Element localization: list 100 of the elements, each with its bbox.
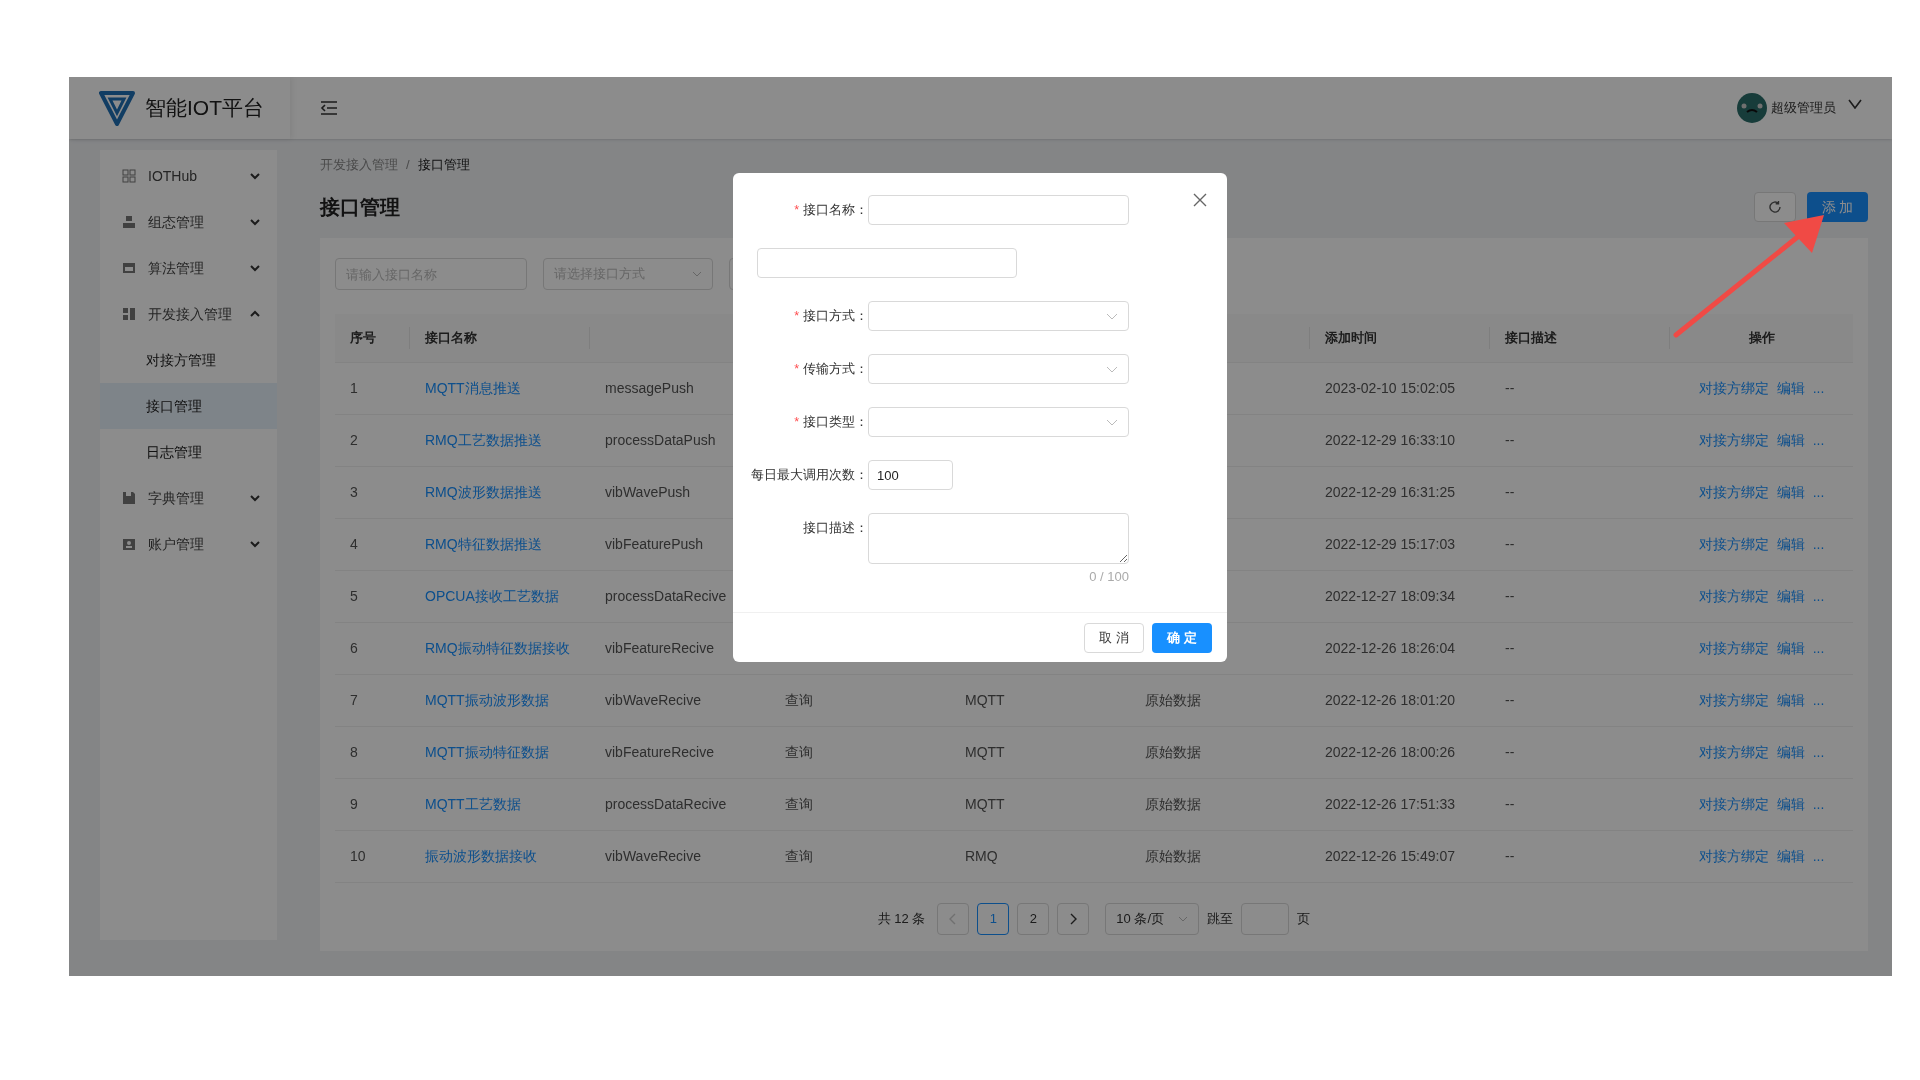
table-cell: processDataRecive — [605, 588, 727, 604]
chevron-down-icon[interactable] — [1848, 99, 1862, 109]
page-title: 接口管理 — [320, 195, 400, 220]
action-link[interactable]: 编辑 — [1776, 794, 1805, 815]
jump-label: 跳至 — [1207, 910, 1234, 929]
action-link[interactable]: 编辑 — [1776, 846, 1805, 867]
action-link[interactable]: 编辑 — [1776, 586, 1805, 607]
more-link[interactable]: ... — [1812, 430, 1825, 451]
sidebar-item[interactable]: 账户管理 — [100, 521, 277, 567]
action-link[interactable]: 编辑 — [1776, 690, 1805, 711]
action-link[interactable]: 编辑 — [1776, 378, 1805, 399]
sidebar-item[interactable]: 组态管理 — [100, 199, 277, 245]
page-button[interactable]: 2 — [1017, 903, 1050, 935]
action-link[interactable]: 对接方绑定 — [1698, 482, 1769, 503]
textarea-field[interactable] — [868, 513, 1129, 564]
sidebar-item[interactable]: 算法管理 — [100, 245, 277, 291]
action-link[interactable]: 编辑 — [1776, 430, 1805, 451]
select-field[interactable] — [868, 354, 1129, 384]
table-cell: vibWaveRecive — [605, 692, 701, 708]
name-link[interactable]: MQTT工艺数据 — [425, 796, 521, 812]
action-link[interactable]: 编辑 — [1776, 638, 1805, 659]
field-label: 接口名称： — [803, 201, 868, 219]
char-counter: 0 / 100 — [1089, 568, 1129, 586]
more-link[interactable]: ... — [1812, 534, 1825, 555]
table-cell: 原始数据 — [1145, 848, 1201, 864]
action-link[interactable]: 对接方绑定 — [1698, 690, 1769, 711]
field-label: 接口类型： — [803, 413, 868, 431]
name-link[interactable]: RMQ工艺数据推送 — [425, 432, 542, 448]
more-link[interactable]: ... — [1812, 846, 1825, 867]
text-field[interactable] — [757, 248, 1017, 278]
action-link[interactable]: 对接方绑定 — [1698, 638, 1769, 659]
more-link[interactable]: ... — [1812, 742, 1825, 763]
close-icon[interactable] — [1193, 193, 1207, 207]
sidebar-subitem[interactable]: 接口管理 — [100, 383, 277, 429]
action-link[interactable]: 对接方绑定 — [1698, 794, 1769, 815]
logo-icon — [99, 90, 135, 126]
table-cell: 2022-12-29 16:31:25 — [1325, 484, 1455, 500]
table-cell: 9 — [350, 796, 358, 812]
sidebar-subitem[interactable]: 日志管理 — [100, 429, 277, 475]
table-cell: -- — [1505, 484, 1515, 500]
user-name[interactable]: 超级管理员 — [1771, 98, 1836, 118]
action-link[interactable]: 编辑 — [1776, 482, 1805, 503]
table-cell: 10 — [350, 848, 366, 864]
name-link[interactable]: OPCUA接收工艺数据 — [425, 588, 559, 604]
more-link[interactable]: ... — [1812, 586, 1825, 607]
menu-fold-icon[interactable] — [320, 100, 338, 116]
layout-icon — [122, 307, 136, 321]
table-cell: 2023-02-10 15:02:05 — [1325, 380, 1455, 396]
action-link[interactable]: 编辑 — [1776, 742, 1805, 763]
action-link[interactable]: 编辑 — [1776, 534, 1805, 555]
sidebar-subitem[interactable]: 对接方管理 — [100, 337, 277, 383]
more-link[interactable]: ... — [1812, 690, 1825, 711]
cancel-button[interactable]: 取 消 — [1084, 622, 1144, 653]
page-size-select[interactable]: 10 条/页 — [1105, 903, 1200, 935]
refresh-button[interactable] — [1754, 192, 1796, 222]
number-field[interactable]: 100 — [868, 460, 953, 490]
sidebar-item[interactable]: IOTHub — [100, 153, 277, 199]
window-icon — [122, 261, 136, 275]
next-page-button[interactable] — [1057, 903, 1090, 935]
more-link[interactable]: ... — [1812, 378, 1825, 399]
field-label: 接口描述： — [803, 519, 868, 537]
more-link[interactable]: ... — [1812, 482, 1825, 503]
select-field[interactable] — [868, 301, 1129, 331]
chevron-down-icon — [1178, 916, 1189, 922]
required-mark: * — [794, 413, 799, 431]
table-cell: 2022-12-29 15:17:03 — [1325, 536, 1455, 552]
table-cell: 4 — [350, 536, 358, 552]
avatar-icon[interactable] — [1737, 93, 1767, 123]
stack-icon — [122, 215, 136, 229]
table-cell: processDataRecive — [605, 796, 727, 812]
add-button[interactable]: 添 加 — [1807, 192, 1868, 222]
sidebar-item[interactable]: 字典管理 — [100, 475, 277, 521]
select-field[interactable] — [868, 407, 1129, 437]
name-link[interactable]: MQTT振动波形数据 — [425, 692, 549, 708]
table-cell: 3 — [350, 484, 358, 500]
table-cell: -- — [1505, 744, 1515, 760]
name-link[interactable]: MQTT消息推送 — [425, 380, 521, 396]
total-count: 共 12 条 — [877, 910, 926, 929]
confirm-button[interactable]: 确 定 — [1152, 622, 1212, 653]
page-button[interactable]: 1 — [977, 903, 1010, 935]
chevron-down-icon — [692, 271, 702, 277]
name-link[interactable]: RMQ波形数据推送 — [425, 484, 542, 500]
action-link[interactable]: 对接方绑定 — [1698, 430, 1769, 451]
more-link[interactable]: ... — [1812, 638, 1825, 659]
sidebar-item[interactable]: 开发接入管理 — [100, 291, 277, 337]
table-cell: 2022-12-26 15:49:07 — [1325, 848, 1455, 864]
action-link[interactable]: 对接方绑定 — [1698, 378, 1769, 399]
action-link[interactable]: 对接方绑定 — [1698, 534, 1769, 555]
name-link[interactable]: 振动波形数据接收 — [425, 848, 537, 864]
name-link[interactable]: MQTT振动特征数据 — [425, 744, 549, 760]
table-cell: 查询 — [785, 848, 813, 864]
action-link[interactable]: 对接方绑定 — [1698, 742, 1769, 763]
table-cell: vibWaveRecive — [605, 848, 701, 864]
name-link[interactable]: RMQ特征数据推送 — [425, 536, 542, 552]
more-link[interactable]: ... — [1812, 794, 1825, 815]
table-cell: 6 — [350, 640, 358, 656]
text-field[interactable] — [868, 195, 1129, 225]
name-link[interactable]: RMQ振动特征数据接收 — [425, 640, 570, 656]
action-link[interactable]: 对接方绑定 — [1698, 846, 1769, 867]
action-link[interactable]: 对接方绑定 — [1698, 586, 1769, 607]
